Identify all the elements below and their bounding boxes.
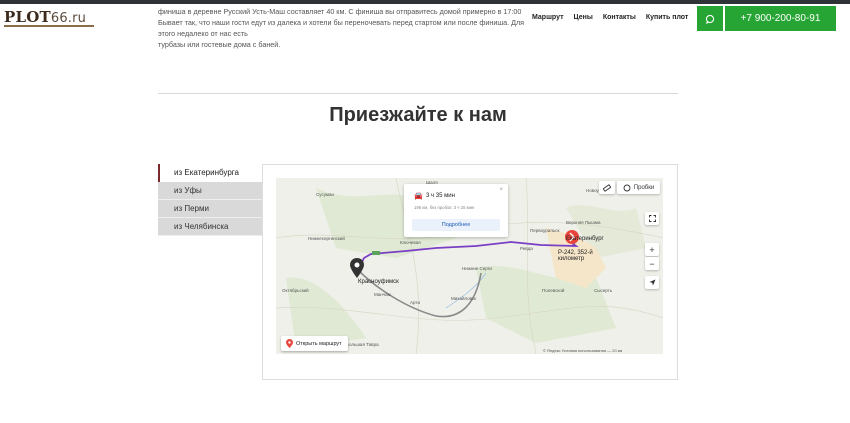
route-subtext: 196 км, без пробок: 3 ч 25 мин (414, 205, 475, 210)
nav-item-buy-raft[interactable]: Купить плот (646, 14, 689, 21)
map-label-nizhneserginsky: Нижнесергинский (308, 236, 345, 241)
logo-underline (4, 25, 94, 27)
ruler-button[interactable] (599, 181, 615, 194)
nav-item-contacts[interactable]: Контакты (603, 14, 636, 21)
intro-line-3: турбазы или гостевые дома с баней. (158, 40, 281, 49)
details-button[interactable]: Подробнее (412, 219, 500, 231)
close-icon[interactable]: × (499, 187, 503, 193)
car-icon: 🚘 (414, 193, 423, 200)
route-info-card: 🚘 3 ч 35 мин × 196 км, без пробок: 3 ч 2… (404, 184, 508, 237)
logo-main-text: PLOT (4, 8, 51, 26)
map-footer: © Яндекс Условия использования — 20 км (543, 348, 623, 353)
browser-toolbar-strip (0, 0, 850, 4)
zoom-in-button[interactable]: + (645, 243, 659, 256)
fullscreen-icon (648, 215, 656, 222)
traffic-button[interactable]: Пробки (617, 181, 660, 194)
map-label-mikhaylovsk: Михайловск (451, 296, 477, 301)
intro-line-1: финиша в деревне Русский Усть-Маш состав… (158, 7, 522, 16)
chat-button[interactable] (697, 6, 723, 31)
traffic-icon (623, 184, 631, 191)
map-label-arti: Арти (410, 300, 420, 305)
route-time: 3 ч 35 мин (426, 193, 455, 199)
site-logo[interactable]: PLOT66.ru (4, 8, 86, 26)
main-nav: Маршрут Цены Контакты Купить плот (532, 14, 688, 21)
map-label-km-marker: Р-242, 352-й километр (558, 250, 593, 262)
map-label-bolshaya-tavra: Большая Тавра (346, 342, 379, 347)
open-route-button[interactable]: Открыть маршрут (281, 336, 348, 351)
traffic-label: Пробки (633, 184, 655, 191)
tab-from-perm[interactable]: из Перми (158, 200, 262, 218)
map-label-susuman: Сусуман (316, 192, 334, 197)
intro-line-2: Бывает так, что наши гости едут из далек… (158, 18, 525, 38)
geolocation-icon (649, 279, 655, 286)
tab-from-chelyabinsk[interactable]: из Челябинска (158, 218, 262, 236)
map-label-verkhnyaya-pyshma: Верхняя Пышма (566, 220, 601, 225)
ruler-icon (603, 183, 611, 192)
tab-from-ekaterinburg[interactable]: из Екатеринбурга (158, 164, 262, 182)
map-label-ekaterinburg: Екатеринбург (566, 236, 604, 242)
map-label-krasnoufimsk: Красноуфимск (358, 279, 399, 285)
start-pin-icon (350, 258, 364, 278)
map-label-klyuchevaya: Ключевая (400, 240, 421, 245)
map-label-oktyabrsky: Октябрьский (282, 288, 309, 293)
map-label-manchazh: Манчаж (374, 292, 391, 297)
map-label-pervouralsk: Первоуральск (530, 228, 560, 233)
tab-from-ufa[interactable]: из Уфы (158, 182, 262, 200)
intro-text: финиша в деревне Русский Усть-Маш состав… (158, 6, 528, 50)
map-label-sysert: Сысерть (594, 288, 613, 293)
fullscreen-button[interactable] (645, 212, 659, 225)
section-divider (158, 93, 678, 94)
phone-button[interactable]: +7 900-200-80-91 (725, 6, 836, 31)
chat-icon (705, 14, 715, 24)
nav-item-route[interactable]: Маршрут (532, 14, 564, 21)
map-label-polevskoy: Полевской (542, 288, 565, 293)
section-title: Приезжайте к нам (329, 104, 507, 126)
city-tabs: из Екатеринбурга из Уфы из Перми из Челя… (158, 164, 262, 236)
geolocation-button[interactable] (645, 276, 659, 289)
logo-suffix-text: 66.ru (50, 11, 87, 26)
map-label-revda: Ревда (520, 246, 533, 251)
open-route-label: Открыть маршрут (296, 340, 342, 347)
nav-item-prices[interactable]: Цены (574, 14, 593, 21)
map-label-nizhnie-sergi: Нижние Серги (462, 266, 492, 271)
zoom-out-button[interactable]: − (645, 257, 659, 270)
map-pin-icon (286, 339, 293, 348)
